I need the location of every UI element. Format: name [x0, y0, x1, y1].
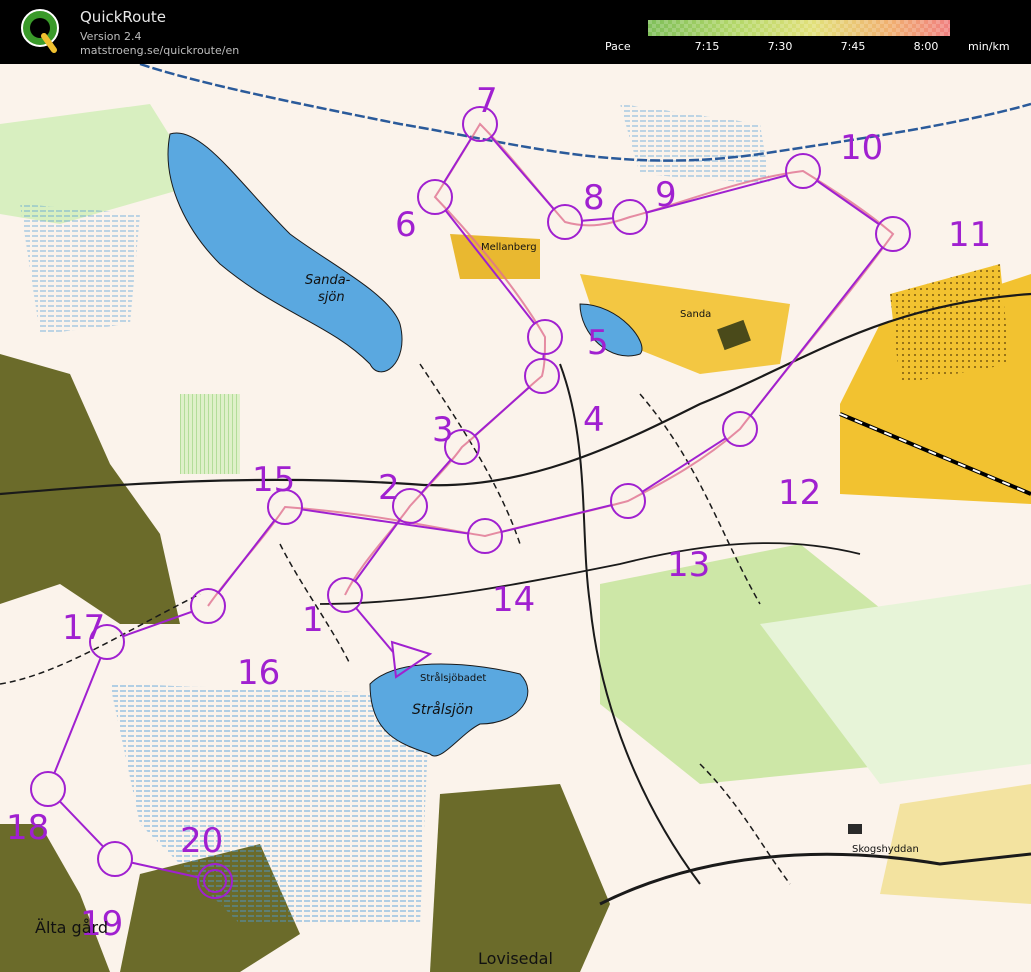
control-number-9: 9 — [655, 175, 677, 215]
control-number-13: 13 — [667, 545, 710, 585]
control-number-8: 8 — [583, 178, 605, 218]
marsh-area-west — [20, 204, 140, 334]
label-skogshyddan: Skogshyddan — [852, 844, 919, 855]
label-stralsjobadet: Strålsjöbadet — [420, 671, 486, 684]
label-stralsjon: Strålsjön — [412, 701, 473, 718]
orienteering-map[interactable]: 123 45678 91011121314151617181920 Sanda- s… — [0, 64, 1031, 972]
quickroute-logo-icon — [21, 9, 59, 53]
label-mellanberg: Mellanberg — [481, 242, 537, 253]
app-header: QuickRoute Version 2.4 matstroeng.se/qui… — [0, 0, 1031, 64]
label-sanda: Sanda — [680, 309, 711, 320]
app-url: matstroeng.se/quickroute/en — [80, 44, 240, 57]
building-skogshyddan — [848, 824, 862, 834]
control-number-20: 20 — [180, 821, 223, 861]
green-stripes-area — [180, 394, 240, 474]
control-number-15: 15 — [252, 460, 295, 500]
control-number-3: 3 — [432, 410, 454, 450]
control-number-18: 18 — [6, 808, 49, 848]
pace-legend-unit: min/km — [968, 40, 1010, 53]
app-version: Version 2.4 — [80, 30, 142, 43]
control-number-11: 11 — [948, 215, 991, 255]
pace-color-bar — [648, 20, 950, 36]
control-number-4: 4 — [583, 400, 605, 440]
label-sandasjon-1: Sanda- — [305, 273, 351, 288]
pace-tick-1: 7:15 — [694, 40, 720, 53]
pace-tick-3: 7:45 — [840, 40, 866, 53]
pace-tick-2: 7:30 — [767, 40, 793, 53]
control-number-12: 12 — [778, 473, 821, 513]
control-number-7: 7 — [476, 81, 498, 121]
control-number-2: 2 — [378, 468, 400, 508]
control-number-6: 6 — [395, 205, 417, 245]
control-number-5: 5 — [587, 323, 609, 363]
label-lovisedal: Lovisedal — [478, 949, 553, 968]
control-number-16: 16 — [237, 653, 280, 693]
app-title: QuickRoute — [80, 8, 166, 26]
pace-tick-4: 8:00 — [913, 40, 939, 53]
pace-legend-label: Pace — [605, 40, 631, 53]
control-number-17: 17 — [62, 608, 105, 648]
control-number-14: 14 — [492, 580, 535, 620]
label-alta-gard: Älta gård — [35, 918, 108, 937]
control-number-1: 1 — [302, 600, 324, 640]
label-sandasjon-2: sjön — [318, 290, 345, 305]
control-number-10: 10 — [840, 128, 883, 168]
